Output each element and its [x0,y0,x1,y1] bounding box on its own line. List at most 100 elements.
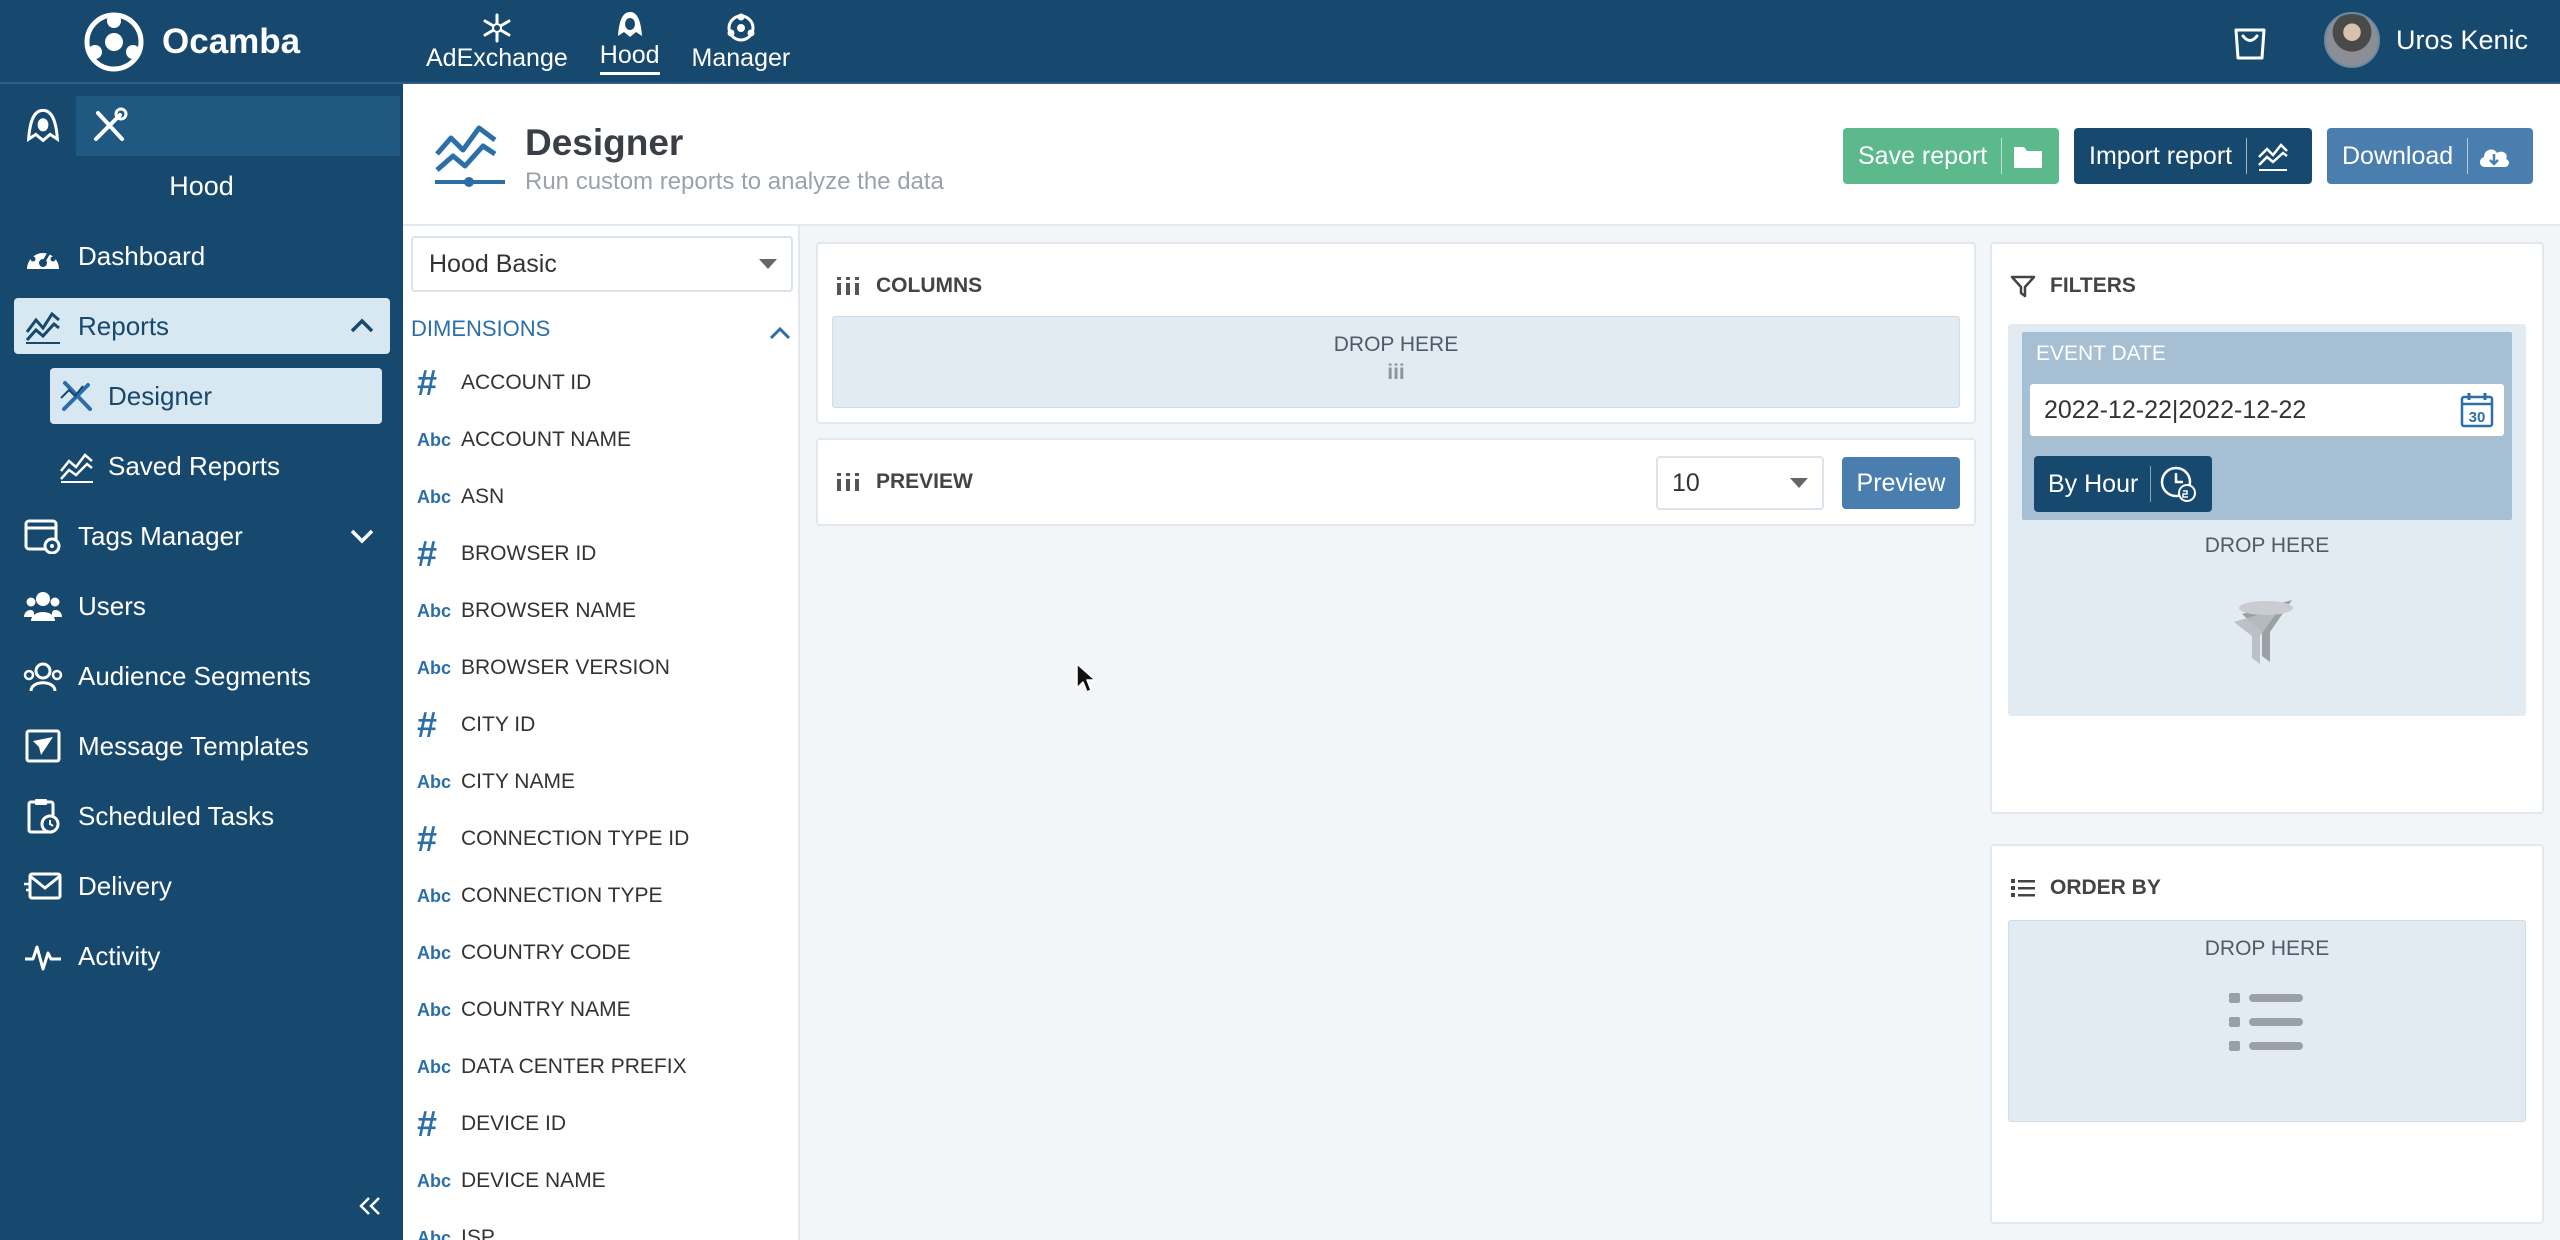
dimension-label: ACCOUNT NAME [461,428,631,451]
import-report-button[interactable]: Import report [2074,128,2312,184]
dimension-item[interactable]: Abc ACCOUNT NAME [417,415,787,465]
download-button[interactable]: Download [2327,128,2533,184]
data-source-select[interactable]: Hood Basic [411,236,793,292]
brand[interactable]: Ocamba [84,12,301,72]
dimensions-panel: Hood Basic DIMENSIONS # ACCOUNT ID Abc ACCO… [403,226,800,1240]
dimension-item[interactable]: Abc ASN [417,472,787,522]
numeric-type-icon: # [417,704,438,745]
dimension-item[interactable]: Abc ISP [417,1213,787,1240]
sidebar-item-dashboard[interactable]: Dashboard [14,228,390,284]
sidebar-item-label: Activity [78,940,161,971]
sidebar-item-label: Dashboard [78,240,206,271]
sidebar-subitem-saved-reports[interactable]: Saved Reports [50,438,382,494]
sidebar-item-label: Saved Reports [108,450,280,481]
brand-name: Ocamba [162,22,301,61]
data-source-value: Hood Basic [429,250,557,278]
tools-icon [94,107,128,141]
dimension-item[interactable]: Abc BROWSER NAME [417,586,787,636]
topnav-label: AdExchange [426,43,568,72]
user-menu[interactable]: Uros Kenic [2324,12,2528,68]
drop-here-label: DROP HERE [2204,534,2330,557]
dimension-item[interactable]: # ACCOUNT ID [417,358,787,408]
hood-icon [617,12,642,37]
dimensions-heading: DIMENSIONS [411,316,551,341]
hood-icon [26,108,60,143]
event-date-value: 2022-12-22|2022-12-22 [2044,396,2307,424]
tags-manager-icon [24,519,61,554]
save-report-label: Save report [1858,141,1988,170]
numeric-type-icon: # [417,533,438,574]
dimension-item[interactable]: Abc COUNTRY NAME [417,985,787,1035]
sidebar-item-label: Delivery [78,870,172,901]
calendar-icon[interactable]: 30 [2460,392,2494,428]
dimension-label: ISP [461,1226,495,1240]
event-date-input[interactable]: 2022-12-22|2022-12-22 30 [2030,384,2504,436]
dimension-label: DEVICE ID [461,1112,567,1135]
dimension-item[interactable]: Abc CONNECTION TYPE [417,871,787,921]
preview-rows-select[interactable]: 10 [1656,456,1824,510]
dimension-item[interactable]: Abc BROWSER VERSION [417,643,787,693]
manager-icon [727,13,755,41]
dimension-label: BROWSER NAME [461,599,637,622]
by-hour-label: By Hour [2048,469,2139,498]
page-header: Designer Run custom reports to analyze t… [403,84,2560,226]
filters-card: FILTERS EVENT DATE 2022-12-22|2022-12-22… [1990,242,2544,814]
top-bar: Ocamba AdExchange Hood Manager Uros Keni… [0,0,2560,84]
preview-button[interactable]: Preview [1842,457,1960,509]
sidebar-tab-tools[interactable] [76,96,142,156]
sidebar-tab-hood[interactable] [10,96,76,156]
dimensions-header[interactable]: DIMENSIONS [411,316,793,354]
text-type-icon: Abc [417,942,452,963]
sidebar-item-label: Designer [108,380,213,411]
folder-icon [2014,147,2043,168]
dimension-item[interactable]: Abc DATA CENTER PREFIX [417,1042,787,1092]
saved-reports-icon [60,453,93,483]
dimension-item[interactable]: # CITY ID [417,700,787,750]
topnav-adexchange[interactable]: AdExchange [420,6,574,78]
dimension-item[interactable]: Abc COUNTRY CODE [417,928,787,978]
dimension-item[interactable]: # CONNECTION TYPE ID [417,814,787,864]
sidebar-item-reports[interactable]: Reports [14,298,390,354]
columns-drop-icon: iii [1387,361,1405,384]
reports-chart-icon [25,311,60,344]
sidebar-item-delivery[interactable]: Delivery [14,858,390,914]
event-date-filter[interactable]: EVENT DATE 2022-12-22|2022-12-22 30 By H… [2022,332,2512,520]
columns-drop-zone[interactable]: DROP HERE iii [832,316,1960,408]
collapse-sidebar-icon[interactable] [356,1192,384,1220]
dimension-item[interactable]: Abc DEVICE NAME [417,1156,787,1206]
preview-columns-icon [837,473,859,491]
dimension-item[interactable]: Abc CITY NAME [417,757,787,807]
dimension-item[interactable]: # BROWSER ID [417,529,787,579]
preview-title: PREVIEW [876,470,973,493]
preview-rows-value: 10 [1672,469,1700,497]
sidebar-item-scheduled-tasks[interactable]: Scheduled Tasks [14,788,390,844]
calendar-day: 30 [2469,409,2486,426]
sidebar-item-audience-segments[interactable]: Audience Segments [14,648,390,704]
order-by-title: ORDER BY [2050,876,2161,899]
numeric-type-icon: # [417,1103,438,1144]
topnav-manager[interactable]: Manager [686,6,797,78]
cart-icon[interactable] [2230,18,2270,62]
order-by-drop-zone[interactable]: DROP HERE [2008,920,2526,1122]
columns-icon [837,277,859,295]
by-hour-button[interactable]: By Hour [2034,456,2212,512]
import-report-label: Import report [2089,141,2233,170]
dimension-item[interactable]: # DEVICE ID [417,1099,787,1149]
sidebar-item-message-templates[interactable]: Message Templates [14,718,390,774]
sidebar-item-users[interactable]: Users [14,578,390,634]
page-subtitle: Run custom reports to analyze the data [525,168,944,195]
sidebar-subitem-designer[interactable]: Designer [50,368,382,424]
sidebar-item-tags-manager[interactable]: Tags Manager [14,508,390,564]
text-type-icon: Abc [417,1056,452,1077]
filters-drop-zone[interactable]: EVENT DATE 2022-12-22|2022-12-22 30 By H… [2008,324,2526,716]
columns-card: COLUMNS DROP HERE iii [816,242,1976,424]
save-report-button[interactable]: Save report [1843,128,2059,184]
sidebar-item-activity[interactable]: Activity [14,928,390,984]
text-type-icon: Abc [417,1227,452,1240]
funnel-icon [2234,600,2293,664]
page-title: Designer [525,122,684,163]
topnav-hood[interactable]: Hood [594,6,666,78]
dimension-label: BROWSER ID [461,542,597,565]
audience-segments-icon [23,662,63,692]
dimension-label: CONNECTION TYPE [461,884,663,907]
